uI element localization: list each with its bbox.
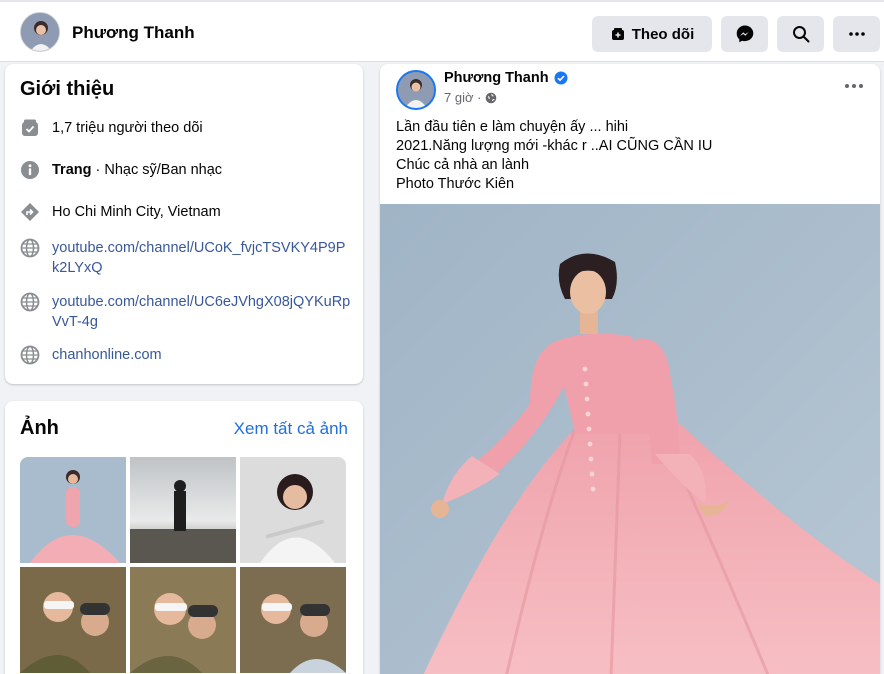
post-image[interactable] xyxy=(380,204,880,674)
intro-card: Giới thiệu 1,7 triệu người theo dõi Tran… xyxy=(5,64,363,384)
post-author-avatar[interactable] xyxy=(396,70,436,110)
post-line: Photo Thước Kiên xyxy=(396,176,515,192)
follow-icon xyxy=(611,28,624,40)
photo-grid xyxy=(20,457,347,673)
photos-card: Ảnh Xem tất cả ảnh xyxy=(5,401,363,674)
public-globe-icon xyxy=(486,92,497,103)
search-button[interactable] xyxy=(777,16,824,52)
directions-icon xyxy=(21,203,39,221)
photo-thumbnail[interactable] xyxy=(240,457,346,563)
link-row-2: youtube.com/channel/UC6eJVhgX08jQYKuRpVv… xyxy=(20,292,352,332)
globe-icon xyxy=(20,345,40,365)
location-row: Ho Chi Minh City, Vietnam xyxy=(20,202,221,222)
photos-title: Ảnh xyxy=(20,417,59,439)
search-icon xyxy=(792,26,809,43)
photo-thumbnail[interactable] xyxy=(130,567,236,673)
follow-button[interactable]: Theo dõi xyxy=(592,16,712,52)
see-all-photos-link[interactable]: Xem tất cả ảnh xyxy=(234,419,348,439)
post-author-name[interactable]: Phương Thanh xyxy=(444,70,549,86)
youtube-link-1[interactable]: youtube.com/channel/UCoK_fvjcTSVKY4P9Pk2… xyxy=(52,238,352,278)
page-type-row: Trang · Nhạc sỹ/Ban nhạc xyxy=(20,160,222,180)
page-avatar[interactable] xyxy=(20,12,60,52)
youtube-link-2[interactable]: youtube.com/channel/UC6eJVhgX08jQYKuRpVv… xyxy=(52,292,352,332)
page-type-value[interactable]: · Nhạc sỹ/Ban nhạc xyxy=(91,162,223,178)
post-line: Lần đầu tiên e làm chuyện ấy ... hihi xyxy=(396,119,629,135)
photo-thumbnail[interactable] xyxy=(20,567,126,673)
followers-count: 1,7 triệu người theo dõi xyxy=(52,120,203,136)
page-name[interactable]: Phương Thanh xyxy=(72,23,195,43)
link-row-1: youtube.com/channel/UCoK_fvjcTSVKY4P9Pk2… xyxy=(20,238,352,278)
more-icon xyxy=(848,32,865,36)
more-icon xyxy=(845,84,863,88)
post-time[interactable]: 7 giờ · xyxy=(444,90,481,105)
post-card: Phương Thanh 7 giờ · Lần đầu tiên e làm … xyxy=(380,64,880,674)
link-row-3: chanhonline.com xyxy=(20,345,352,365)
post-line: 2021.Năng lượng mới -khác r ..AI CŨNG CẦ… xyxy=(396,138,713,154)
post-options-button[interactable] xyxy=(842,76,866,96)
page-type-label: Trang xyxy=(52,162,92,178)
messenger-button[interactable] xyxy=(721,16,768,52)
page-header: Phương Thanh Theo dõi xyxy=(0,0,884,62)
photo-thumbnail[interactable] xyxy=(240,567,346,673)
location-text[interactable]: Ho Chi Minh City, Vietnam xyxy=(52,202,221,222)
post-line: Chúc cả nhà an lành xyxy=(396,157,530,173)
followers-icon xyxy=(22,119,38,136)
photo-thumbnail[interactable] xyxy=(130,457,236,563)
verified-badge-icon xyxy=(554,71,568,85)
post-text: Lần đầu tiên e làm chuyện ấy ... hihi 20… xyxy=(396,118,712,194)
followers-row: 1,7 triệu người theo dõi xyxy=(20,118,203,138)
more-button[interactable] xyxy=(833,16,880,52)
post-timestamp[interactable]: 7 giờ · xyxy=(444,90,497,105)
post-author[interactable]: Phương Thanh xyxy=(444,70,568,86)
website-link[interactable]: chanhonline.com xyxy=(52,345,352,365)
info-icon xyxy=(21,161,39,179)
follow-label: Theo dõi xyxy=(631,25,695,43)
globe-icon xyxy=(20,292,40,312)
intro-title: Giới thiệu xyxy=(20,78,115,100)
globe-icon xyxy=(20,238,40,258)
photo-thumbnail[interactable] xyxy=(20,457,126,563)
messenger-icon xyxy=(736,25,753,43)
